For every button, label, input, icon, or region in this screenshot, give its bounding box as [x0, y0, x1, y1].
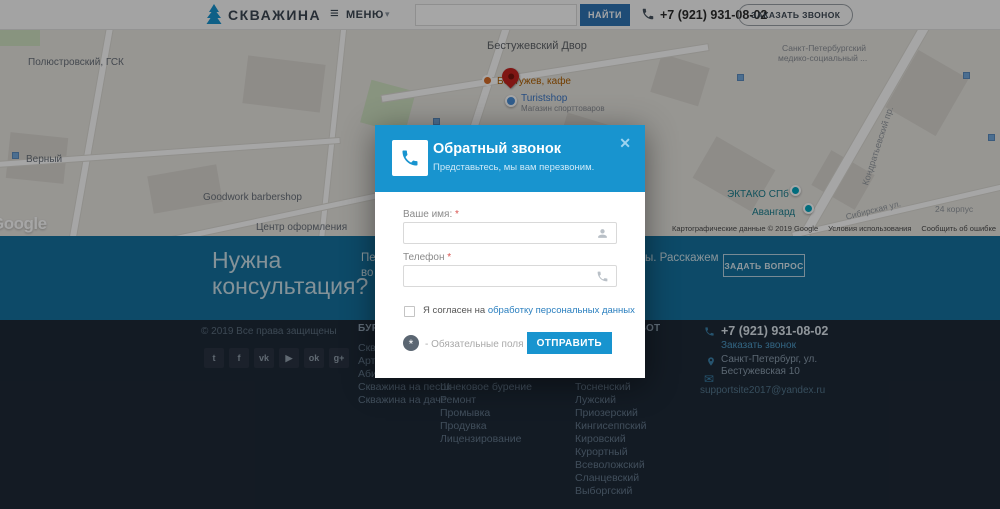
personal-data-link[interactable]: обработку персональных данных — [488, 305, 635, 316]
modal-title: Обратный звонок — [433, 141, 561, 157]
consent-label: Я согласен на обработку персональных дан… — [423, 305, 635, 316]
callback-modal: Обратный звонок Представьтесь, мы вам пе… — [375, 125, 645, 378]
name-field-label: Ваше имя: * — [403, 209, 459, 220]
modal-phone-icon-box — [392, 140, 428, 176]
phone-input[interactable] — [403, 265, 617, 287]
required-fields-note: - Обязательные поля — [425, 339, 524, 350]
person-icon — [596, 227, 609, 240]
modal-subtitle: Представьтесь, мы вам перезвоним. — [433, 162, 594, 173]
phone-icon — [400, 148, 420, 168]
submit-button[interactable]: ОТПРАВИТЬ — [527, 332, 612, 354]
consent-checkbox[interactable] — [404, 306, 415, 317]
phone-field-label: Телефон * — [403, 252, 451, 263]
modal-header: Обратный звонок Представьтесь, мы вам пе… — [375, 125, 645, 192]
required-asterisk-icon: * — [403, 335, 419, 351]
name-input[interactable] — [403, 222, 617, 244]
page: СКВАЖИНА ≡ МЕНЮ ▾ НАЙТИ +7 (921) 931-08-… — [0, 0, 1000, 509]
close-icon[interactable]: ✕ — [619, 136, 631, 150]
phone-icon — [596, 270, 609, 283]
